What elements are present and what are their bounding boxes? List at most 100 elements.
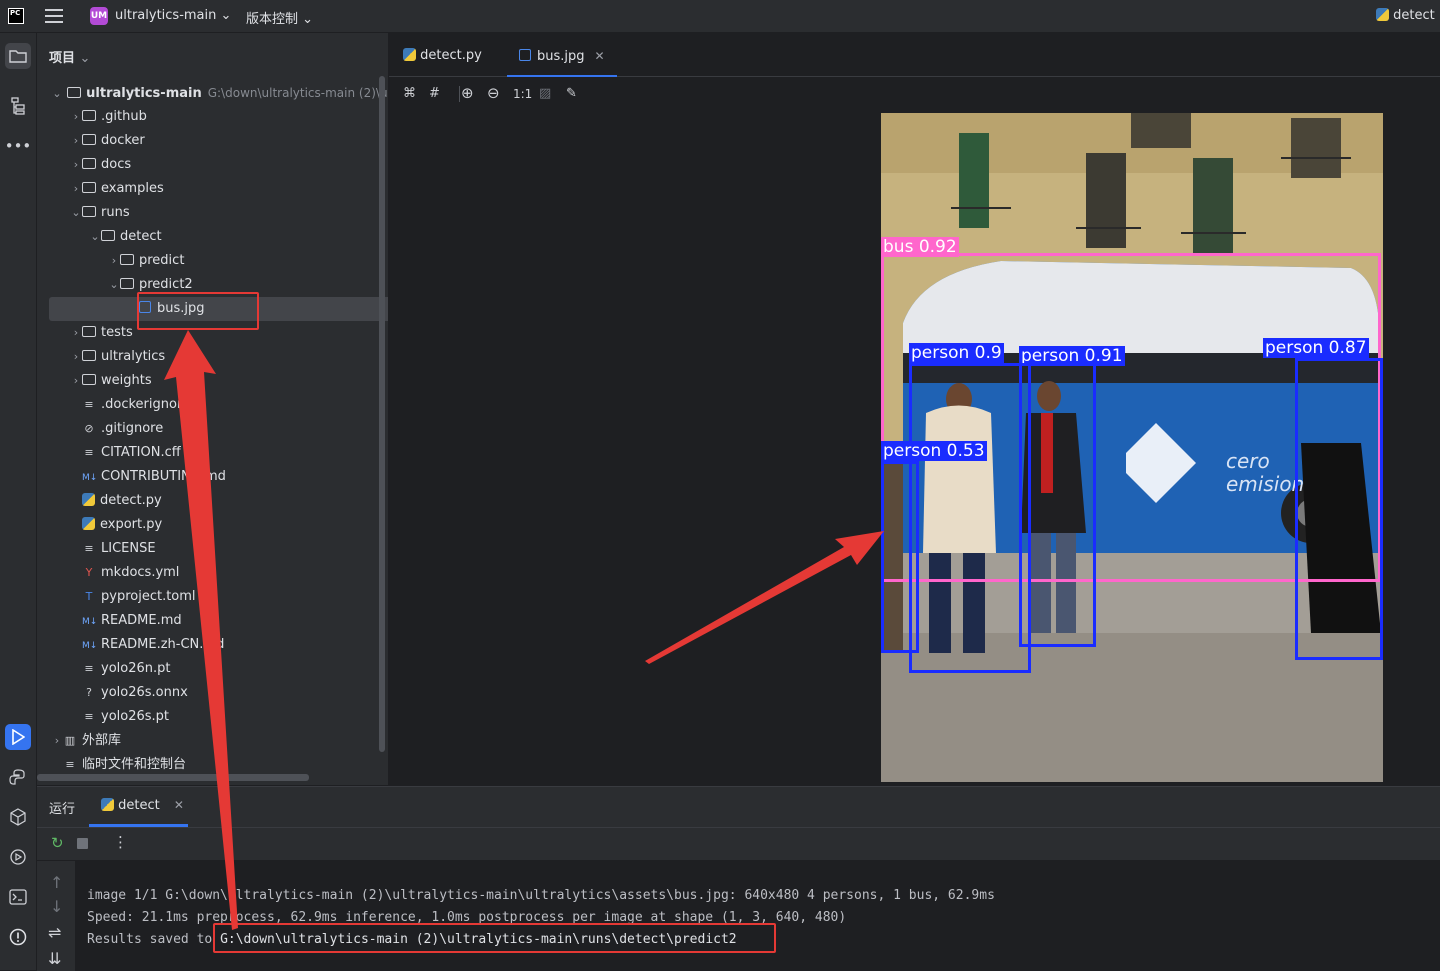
tree-item[interactable]: ⊘ .gitignore bbox=[37, 417, 388, 441]
tree-item[interactable]: detect.py bbox=[37, 489, 388, 513]
grid-icon[interactable]: # bbox=[429, 86, 440, 101]
tree-item[interactable]: M↓ README.md bbox=[37, 609, 388, 633]
scroll-to-end-icon[interactable]: ⇊ bbox=[48, 949, 61, 968]
tree-item[interactable]: ≡ yolo26s.pt bbox=[37, 705, 388, 729]
zoom-in-icon[interactable]: ⊕ bbox=[461, 84, 474, 102]
detection-label-person-1: person 0.91 bbox=[1019, 346, 1125, 366]
actual-size-button[interactable]: 1:1 bbox=[513, 87, 532, 101]
chevron-right-icon[interactable]: › bbox=[70, 345, 82, 369]
tree-item[interactable]: Tpyproject.toml bbox=[37, 585, 388, 609]
scroll-up-icon[interactable]: ↑ bbox=[50, 873, 63, 892]
soft-wrap-icon[interactable]: ⇌ bbox=[48, 923, 61, 942]
tree-item[interactable]: M↓ CONTRIBUTING.md bbox=[37, 465, 388, 489]
chevron-right-icon[interactable]: › bbox=[70, 369, 82, 393]
close-icon[interactable]: ✕ bbox=[174, 798, 184, 812]
tree-item[interactable]: › ▥ 外部库 bbox=[37, 729, 388, 753]
tree-item[interactable]: ≡ yolo26n.pt bbox=[37, 657, 388, 681]
chevron-down-icon: ⌄ bbox=[302, 12, 314, 27]
markdown-icon: M↓ bbox=[82, 641, 98, 651]
tree-item[interactable]: M↓ README.zh-CN.md bbox=[37, 633, 388, 657]
highlight-box-results-path bbox=[213, 923, 776, 953]
more-tools-icon[interactable]: ••• bbox=[5, 133, 32, 159]
run-tab-detect[interactable]: detect ✕ bbox=[101, 798, 184, 813]
stop-icon[interactable] bbox=[77, 838, 88, 849]
main-menu-icon[interactable] bbox=[45, 9, 63, 23]
chevron-down-icon[interactable]: ⌄ bbox=[51, 82, 63, 106]
problems-icon[interactable] bbox=[5, 924, 31, 950]
vcs-menu[interactable]: 版本控制 ⌄ bbox=[246, 8, 313, 27]
tree-item-label: 临时文件和控制台 bbox=[82, 757, 187, 772]
chevron-right-icon[interactable]: › bbox=[108, 249, 120, 273]
rerun-icon[interactable]: ↻ bbox=[51, 834, 64, 852]
chevron-right-icon[interactable]: › bbox=[70, 153, 82, 177]
detection-label-bus: bus 0.92 bbox=[881, 237, 959, 257]
python-packages-icon[interactable] bbox=[5, 804, 31, 830]
tree-item[interactable]: › predict bbox=[37, 249, 388, 273]
chevron-down-icon: ⌄ bbox=[220, 8, 232, 23]
tree-item[interactable]: ≡ .dockerignore bbox=[37, 393, 388, 417]
project-switcher[interactable]: ultralytics-main ⌄ bbox=[115, 8, 231, 23]
tree-item[interactable]: › examples bbox=[37, 177, 388, 201]
text-file-icon: ≡ bbox=[84, 542, 94, 555]
tree-item[interactable]: › docs bbox=[37, 153, 388, 177]
vertical-scrollbar[interactable] bbox=[379, 76, 385, 752]
fit-zoom-icon[interactable]: ⌘ bbox=[403, 86, 416, 101]
background-icon[interactable]: ▨ bbox=[539, 86, 551, 101]
chevron-down-icon[interactable]: ⌄ bbox=[108, 273, 120, 297]
tree-item[interactable]: ≡ LICENSE bbox=[37, 537, 388, 561]
run-toolbar: ↻ ⋮ bbox=[37, 828, 1440, 860]
terminal-icon[interactable] bbox=[5, 884, 31, 910]
tab-label: detect.py bbox=[420, 48, 482, 63]
project-folder-icon[interactable] bbox=[5, 43, 31, 69]
services-icon[interactable] bbox=[5, 844, 31, 870]
python-file-icon bbox=[82, 493, 95, 506]
folder-icon bbox=[101, 230, 115, 241]
scroll-down-icon[interactable]: ↓ bbox=[50, 897, 63, 916]
tree-item[interactable]: › weights bbox=[37, 369, 388, 393]
more-options-icon[interactable]: ⋮ bbox=[113, 833, 128, 851]
chevron-right-icon[interactable]: › bbox=[70, 129, 82, 153]
tree-item-label: ultralytics bbox=[101, 349, 166, 364]
tree-item[interactable]: › .github bbox=[37, 105, 388, 129]
tab-detect-py[interactable]: detect.py bbox=[403, 33, 482, 76]
tree-item-label: yolo26s.onnx bbox=[101, 685, 188, 700]
close-icon[interactable]: ✕ bbox=[595, 49, 605, 63]
tree-item[interactable]: ⌄ runs bbox=[37, 201, 388, 225]
chevron-down-icon[interactable]: ⌄ bbox=[89, 225, 101, 249]
folder-icon bbox=[120, 254, 134, 265]
tree-item[interactable]: ? yolo26s.onnx bbox=[37, 681, 388, 705]
root-folder-name: ultralytics-main bbox=[86, 86, 202, 101]
structure-icon[interactable] bbox=[5, 93, 31, 119]
color-picker-icon[interactable]: ✎ bbox=[566, 86, 577, 101]
chevron-down-icon[interactable]: ⌄ bbox=[70, 201, 82, 225]
horizontal-scrollbar[interactable] bbox=[37, 774, 309, 781]
run-icon[interactable] bbox=[5, 724, 31, 750]
chevron-right-icon[interactable]: › bbox=[70, 177, 82, 201]
tree-item[interactable]: › docker bbox=[37, 129, 388, 153]
text-file-icon: ≡ bbox=[84, 398, 94, 411]
python-console-icon[interactable] bbox=[5, 764, 31, 790]
tab-bus-jpg[interactable]: bus.jpg ✕ bbox=[507, 33, 617, 77]
zoom-out-icon[interactable]: ⊖ bbox=[487, 84, 500, 102]
tree-item-label: predict bbox=[139, 253, 185, 268]
run-config-selector[interactable]: detect bbox=[1376, 8, 1435, 23]
run-config-label: detect bbox=[1393, 8, 1435, 23]
app-logo[interactable]: PC bbox=[8, 8, 24, 24]
tree-item-label: docs bbox=[101, 157, 132, 172]
console-line: image 1/1 G:\down\ultralytics-main (2)\u… bbox=[87, 888, 995, 903]
tree-item[interactable]: Ymkdocs.yml bbox=[37, 561, 388, 585]
tree-item-label: pyproject.toml bbox=[101, 589, 196, 604]
tree-item[interactable]: ⌄ detect bbox=[37, 225, 388, 249]
tree-item-label: predict2 bbox=[139, 277, 193, 292]
tree-item[interactable]: ≡ CITATION.cff bbox=[37, 441, 388, 465]
tree-item[interactable]: › ultralytics bbox=[37, 345, 388, 369]
chevron-right-icon[interactable]: › bbox=[51, 729, 63, 753]
tree-root[interactable]: ⌄ ultralytics-main G:\down\ultralytics-ma… bbox=[37, 81, 388, 105]
chevron-right-icon[interactable]: › bbox=[70, 105, 82, 129]
project-badge[interactable]: UM bbox=[90, 7, 108, 25]
chevron-right-icon[interactable]: › bbox=[70, 321, 82, 345]
project-panel-header[interactable]: 项目 ⌄ bbox=[49, 47, 90, 66]
tree-item[interactable]: export.py bbox=[37, 513, 388, 537]
python-icon bbox=[1376, 8, 1389, 21]
tree-item-label: README.zh-CN.md bbox=[101, 637, 225, 652]
